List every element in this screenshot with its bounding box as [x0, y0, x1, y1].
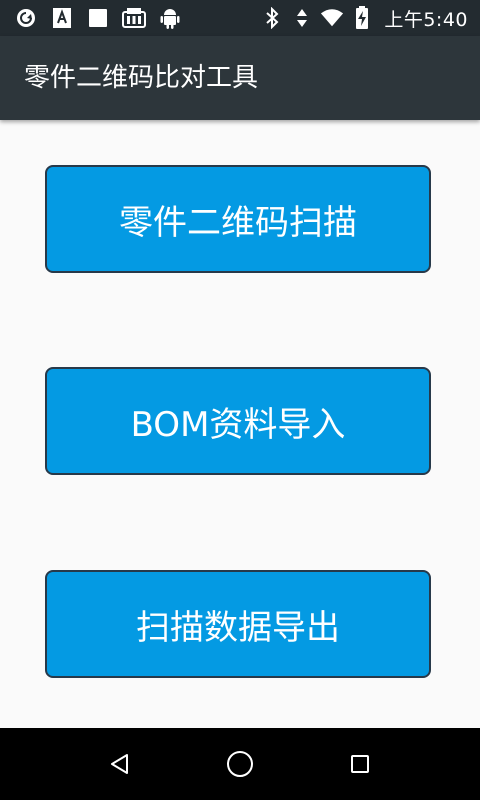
recent-apps-icon[interactable] [340, 746, 380, 782]
status-bar-system: 上午5:40 [260, 6, 468, 31]
home-icon[interactable] [220, 746, 260, 782]
wifi-icon [320, 6, 344, 30]
sim-card-icon [122, 6, 146, 30]
bom-import-button[interactable]: BOM资料导入 [45, 367, 431, 475]
navigation-bar [0, 728, 480, 800]
main-content: 零件二维码扫描 BOM资料导入 扫描数据导出 [0, 120, 480, 728]
bluetooth-icon [260, 6, 284, 30]
sync-icon [14, 6, 38, 30]
app-screen: 上午5:40 零件二维码比对工具 零件二维码扫描 BOM资料导入 扫描数据导出 [0, 0, 480, 800]
status-bar-notifications [14, 6, 182, 30]
blank-square-icon [86, 6, 110, 30]
status-time: 上午5:40 [384, 8, 468, 31]
status-bar: 上午5:40 [0, 0, 480, 36]
app-bar: 零件二维码比对工具 [0, 36, 480, 120]
battery-charging-icon [350, 6, 374, 30]
font-app-icon [50, 6, 74, 30]
page-title: 零件二维码比对工具 [24, 63, 259, 93]
back-icon[interactable] [100, 746, 140, 782]
android-icon [158, 6, 182, 30]
data-arrows-icon [290, 6, 314, 30]
part-qr-scan-button[interactable]: 零件二维码扫描 [45, 165, 431, 273]
scan-data-export-button[interactable]: 扫描数据导出 [45, 570, 431, 678]
